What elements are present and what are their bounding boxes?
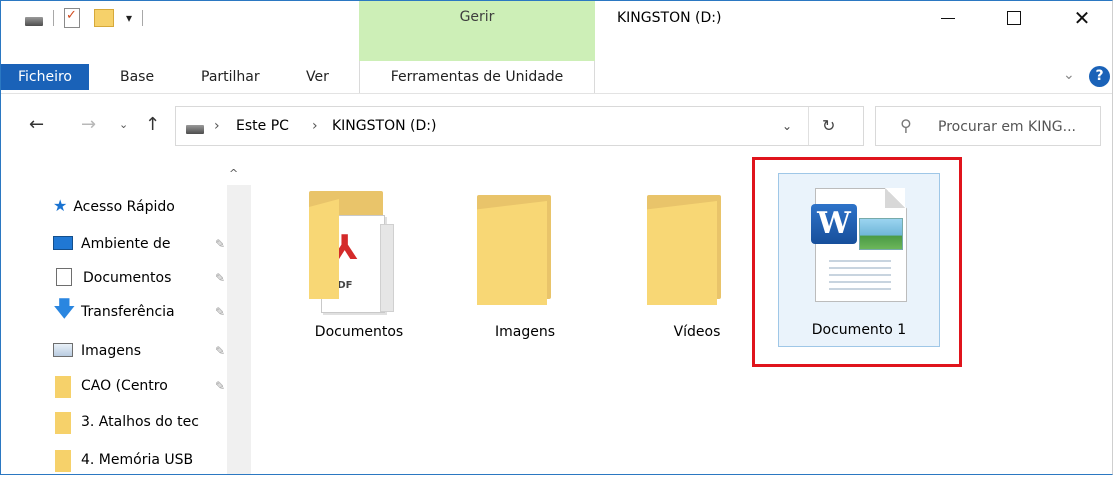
- toolbar-divider: [53, 10, 54, 26]
- breadcrumb-separator-icon[interactable]: ›: [312, 107, 318, 145]
- pin-icon: ✎: [214, 271, 225, 285]
- address-dropdown-chevron-icon[interactable]: ⌄: [782, 107, 792, 145]
- sidebar-item-desktop[interactable]: Ambiente de ✎: [53, 229, 225, 259]
- maximize-button[interactable]: [991, 1, 1037, 35]
- sidebar-item-downloads[interactable]: Transferência ✎: [53, 297, 225, 327]
- refresh-icon[interactable]: ↻: [822, 107, 835, 145]
- tab-file[interactable]: Ficheiro: [1, 64, 89, 90]
- tab-share[interactable]: Partilhar: [201, 61, 260, 93]
- expand-ribbon-chevron-icon[interactable]: ⌄: [1063, 67, 1075, 83]
- breadcrumb-separator-icon[interactable]: ›: [214, 107, 220, 145]
- file-explorer-window: ▾ Gerir KINGSTON (D:) ✕ Ficheiro Base Pa…: [0, 0, 1113, 475]
- pin-icon: ✎: [214, 379, 225, 393]
- search-box[interactable]: ⚲: [875, 106, 1101, 146]
- quick-access-toolbar: ▾: [1, 1, 153, 35]
- item-label: Documentos: [314, 324, 404, 340]
- help-icon[interactable]: ?: [1089, 66, 1110, 87]
- folder-front: [309, 199, 339, 299]
- minimize-button[interactable]: [925, 1, 971, 35]
- drive-icon: [186, 125, 204, 134]
- search-input[interactable]: [936, 111, 1100, 143]
- scroll-up-arrow-icon[interactable]: ^: [229, 167, 238, 180]
- sidebar-item-usb-memory-folder[interactable]: 4. Memória USB: [53, 445, 225, 474]
- sidebar-item-label: Ambiente de: [81, 236, 171, 252]
- sidebar-item-label: 3. Atalhos do tec: [81, 414, 199, 430]
- contextual-tab-manage[interactable]: Gerir: [359, 1, 595, 61]
- address-bar[interactable]: › Este PC › KINGSTON (D:) ⌄ ↻: [175, 106, 864, 146]
- breadcrumb-this-pc[interactable]: Este PC: [236, 107, 289, 145]
- tab-drive-tools[interactable]: Ferramentas de Unidade: [359, 61, 595, 93]
- red-highlight-box: [752, 157, 962, 367]
- tab-view[interactable]: Ver: [306, 61, 329, 93]
- star-icon: ★: [53, 196, 68, 215]
- folder-icon: [55, 376, 71, 398]
- drive-icon: [25, 16, 43, 26]
- sidebar-item-shortcuts-folder[interactable]: 3. Atalhos do tec: [53, 407, 225, 437]
- folder-front: [477, 201, 547, 305]
- back-arrow-icon[interactable]: ←: [29, 114, 44, 135]
- title-bar: ▾ Gerir KINGSTON (D:) ✕: [1, 1, 1112, 61]
- pictures-icon: [53, 343, 73, 357]
- tab-home[interactable]: Base: [120, 61, 154, 93]
- navigation-bar: ← → ⌄ ↑ › Este PC › KINGSTON (D:) ⌄ ↻ ⚲: [1, 94, 1112, 154]
- folder-icon: ⅄ PDF: [279, 189, 439, 319]
- close-button[interactable]: ✕: [1059, 1, 1105, 35]
- search-icon: ⚲: [900, 116, 912, 135]
- desktop-icon: [53, 236, 73, 250]
- sidebar-item-pictures[interactable]: Imagens ✎: [53, 336, 225, 366]
- download-icon: [53, 297, 76, 325]
- sidebar-item-quick-access[interactable]: ★ Acesso Rápido: [53, 191, 225, 221]
- folder-front: [647, 201, 717, 305]
- pin-icon: ✎: [214, 344, 225, 358]
- folder-icon: [55, 450, 71, 472]
- folder-icon: [445, 189, 605, 319]
- recent-locations-chevron-icon[interactable]: ⌄: [119, 118, 128, 131]
- contextual-tab-label: Gerir: [459, 9, 495, 25]
- address-divider: [808, 107, 809, 145]
- pin-icon: ✎: [214, 305, 225, 319]
- window-title: KINGSTON (D:): [617, 10, 722, 26]
- documents-icon: [56, 268, 72, 286]
- sidebar-item-label: Imagens: [81, 343, 142, 359]
- sidebar-item-label: Transferência: [81, 304, 175, 320]
- customize-toolbar-dropdown-icon[interactable]: ▾: [126, 12, 132, 24]
- sidebar-item-label: Documentos: [83, 270, 172, 286]
- folder-item-imagens[interactable]: Imagens: [445, 179, 605, 365]
- sidebar-item-cao-folder[interactable]: CAO (Centro ✎: [53, 371, 225, 401]
- sidebar-item-documents[interactable]: Documentos ✎: [53, 263, 225, 293]
- new-folder-icon[interactable]: [94, 9, 114, 27]
- nav-pane-scrollbar[interactable]: [227, 185, 251, 474]
- sidebar-item-label: 4. Memória USB: [81, 452, 194, 468]
- ribbon-tabs: Ficheiro Base Partilhar Ver Ferramentas …: [1, 61, 1112, 94]
- breadcrumb-kingston-drive[interactable]: KINGSTON (D:): [332, 107, 436, 145]
- toolbar-divider: [142, 10, 144, 26]
- item-label: Imagens: [494, 324, 555, 340]
- sidebar-item-label: Acesso Rápido: [73, 199, 175, 215]
- folder-icon: [55, 412, 71, 434]
- pin-icon: ✎: [214, 237, 225, 251]
- folder-item-documentos[interactable]: ⅄ PDF Documentos: [279, 179, 439, 365]
- forward-arrow-icon[interactable]: →: [81, 114, 96, 135]
- up-arrow-icon[interactable]: ↑: [145, 114, 160, 135]
- navigation-pane: ^ ★ Acesso Rápido Ambiente de ✎ Documento…: [1, 161, 251, 474]
- sidebar-item-label: CAO (Centro: [81, 378, 168, 394]
- properties-icon[interactable]: [64, 8, 80, 28]
